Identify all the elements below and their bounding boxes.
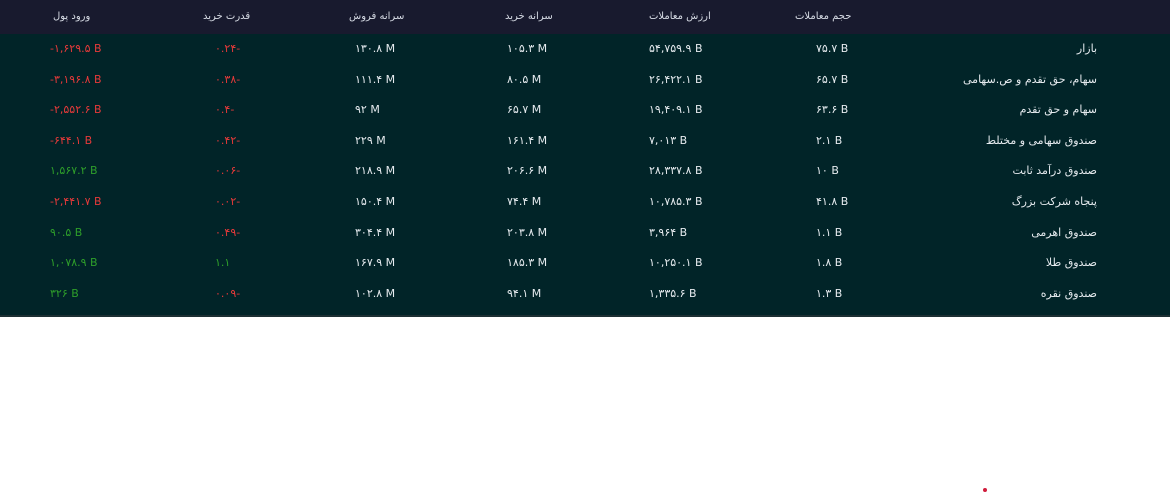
cell-value: ۷,۰۱۳ B <box>649 133 688 147</box>
cell-per-capita-sell: ۳۰۴.۴ M <box>355 225 396 239</box>
cell-money-flow: ۱,۵۶۷.۲ B <box>50 164 98 178</box>
row-name: پنجاه شرکت بزرگ <box>1011 195 1097 208</box>
header-money-flow[interactable]: ورود پول <box>53 11 90 22</box>
header-buy-power[interactable]: قدرت خرید <box>203 11 250 22</box>
row-name: صندوق اهرمی <box>1031 225 1097 239</box>
cell-volume: ۶۳.۶ B <box>816 103 849 117</box>
cell-value: ۳,۹۶۴ B <box>649 225 688 239</box>
row-name: سهام، حق تقدم و ص.سهامی <box>963 72 1097 86</box>
cell-per-capita-buy: ۸۰.۵ M <box>507 72 542 86</box>
cell-buy-power: ۰.۳۸- <box>215 72 241 86</box>
table-header: حجم معاملات ارزش معاملات سرانه خرید سران… <box>0 0 1170 34</box>
cell-per-capita-buy: ۱۸۵.۳ M <box>507 256 548 270</box>
cell-money-flow: ۹۰.۵ B <box>50 225 83 239</box>
cell-buy-power: ۰.۰۶- <box>215 164 241 178</box>
cell-value: ۱,۳۳۵.۶ B <box>649 286 697 300</box>
cell-per-capita-sell: ۱۱۱.۴ M <box>355 72 396 86</box>
cell-volume: ۱.۳ B <box>816 286 843 300</box>
cell-per-capita-buy: ۶۵.۷ M <box>507 103 542 117</box>
cell-value: ۱۰,۲۵۰.۱ B <box>649 256 703 270</box>
cell-money-flow: -۲,۵۵۲.۶ B <box>50 103 102 117</box>
table-row[interactable]: بازار ۷۵.۷ B ۵۴,۷۵۹.۹ B ۱۰۵.۳ M ۱۳۰.۸ M ۰.۲۴-… <box>0 34 1170 64</box>
cell-value: ۱۹,۴۰۹.۱ B <box>649 103 703 117</box>
cell-volume: ۶۵.۷ B <box>816 72 849 86</box>
cell-per-capita-buy: ۱۰۵.۳ M <box>507 42 548 55</box>
cell-buy-power: ۱.۱ <box>215 256 231 270</box>
cell-value: ۵۴,۷۵۹.۹ B <box>649 42 703 55</box>
cell-volume: ۱.۸ B <box>816 256 843 270</box>
row-name: سهام و حق تقدم <box>1019 103 1097 117</box>
cell-volume: ۲.۱ B <box>816 133 843 147</box>
cell-buy-power: ۰.۴۲- <box>215 133 241 147</box>
cell-buy-power: ۰.۲۴- <box>215 42 241 55</box>
cell-buy-power: ۰.۰۲- <box>215 195 241 208</box>
cell-per-capita-buy: ۱۶۱.۴ M <box>507 133 548 147</box>
table-row[interactable]: سهام و حق تقدم ۶۳.۶ B ۱۹,۴۰۹.۱ B ۶۵.۷ M ۹۲ M… <box>0 95 1170 125</box>
indicator-dot <box>983 488 987 492</box>
cell-value: ۱۰,۷۸۵.۳ B <box>649 195 703 208</box>
cell-per-capita-buy: ۲۰۶.۶ M <box>507 164 548 178</box>
cell-volume: ۱۰ B <box>816 164 839 178</box>
table-row[interactable]: صندوق نقره ۱.۳ B ۱,۳۳۵.۶ B ۹۴.۱ M ۱۰۲.۸ M ۰.۰… <box>0 279 1170 309</box>
cell-value: ۲۶,۴۲۲.۱ B <box>649 72 703 86</box>
header-per-capita-sell[interactable]: سرانه فروش <box>349 11 404 22</box>
cell-volume: ۷۵.۷ B <box>816 42 849 55</box>
table-row[interactable]: صندوق درآمد ثابت ۱۰ B ۲۸,۳۳۷.۸ B ۲۰۶.۶ M ۲۱۸… <box>0 156 1170 186</box>
market-overview-table: حجم معاملات ارزش معاملات سرانه خرید سران… <box>0 0 1170 317</box>
cell-buy-power: ۰.۰۹- <box>215 286 241 300</box>
cell-per-capita-sell: ۱۳۰.۸ M <box>355 42 396 55</box>
cell-per-capita-sell: ۱۵۰.۴ M <box>355 195 396 208</box>
cell-money-flow: -۱,۶۲۹.۵ B <box>50 42 102 55</box>
cell-per-capita-buy: ۹۴.۱ M <box>507 286 542 300</box>
row-name: صندوق طلا <box>1045 256 1097 270</box>
cell-volume: ۱.۱ B <box>816 225 843 239</box>
cell-per-capita-sell: ۲۲۹ M <box>355 133 386 147</box>
row-name: بازار <box>1076 42 1097 55</box>
cell-money-flow: -۲,۴۴۱.۷ B <box>50 195 102 208</box>
header-volume[interactable]: حجم معاملات <box>795 11 851 22</box>
cell-money-flow: ۳۲۶ B <box>50 286 79 300</box>
cell-money-flow: -۳,۱۹۶.۸ B <box>50 72 102 86</box>
row-name: صندوق درآمد ثابت <box>1012 164 1097 178</box>
cell-value: ۲۸,۳۳۷.۸ B <box>649 164 703 178</box>
table-row[interactable]: سهام، حق تقدم و ص.سهامی ۶۵.۷ B ۲۶,۴۲۲.۱ B ۸… <box>0 65 1170 95</box>
row-name: صندوق نقره <box>1040 286 1097 300</box>
row-name: صندوق سهامی و مختلط <box>985 133 1097 147</box>
cell-buy-power: ۰.۴۹- <box>215 225 241 239</box>
cell-per-capita-sell: ۹۲ M <box>355 103 380 117</box>
header-value[interactable]: ارزش معاملات <box>649 11 711 22</box>
cell-per-capita-buy: ۷۴.۴ M <box>507 195 542 208</box>
cell-money-flow: -۶۴۴.۱ B <box>50 133 93 147</box>
cell-per-capita-buy: ۲۰۳.۸ M <box>507 225 548 239</box>
cell-money-flow: ۱,۰۷۸.۹ B <box>50 256 98 270</box>
table-row[interactable]: صندوق اهرمی ۱.۱ B ۳,۹۶۴ B ۲۰۳.۸ M ۳۰۴.۴ M ۰.۴… <box>0 218 1170 248</box>
table-row[interactable]: صندوق سهامی و مختلط ۲.۱ B ۷,۰۱۳ B ۱۶۱.۴ M ۲۲… <box>0 126 1170 156</box>
table-row[interactable]: پنجاه شرکت بزرگ ۴۱.۸ B ۱۰,۷۸۵.۳ B ۷۴.۴ M ۱۵۰… <box>0 187 1170 217</box>
cell-per-capita-sell: ۲۱۸.۹ M <box>355 164 396 178</box>
table-row[interactable]: صندوق طلا ۱.۸ B ۱۰,۲۵۰.۱ B ۱۸۵.۳ M ۱۶۷.۹ M ۱.… <box>0 248 1170 278</box>
cell-per-capita-sell: ۱۰۲.۸ M <box>355 286 396 300</box>
cell-volume: ۴۱.۸ B <box>816 195 849 208</box>
cell-buy-power: ۰.۴- <box>215 103 235 117</box>
cell-per-capita-sell: ۱۶۷.۹ M <box>355 256 396 270</box>
header-per-capita-buy[interactable]: سرانه خرید <box>505 11 553 22</box>
